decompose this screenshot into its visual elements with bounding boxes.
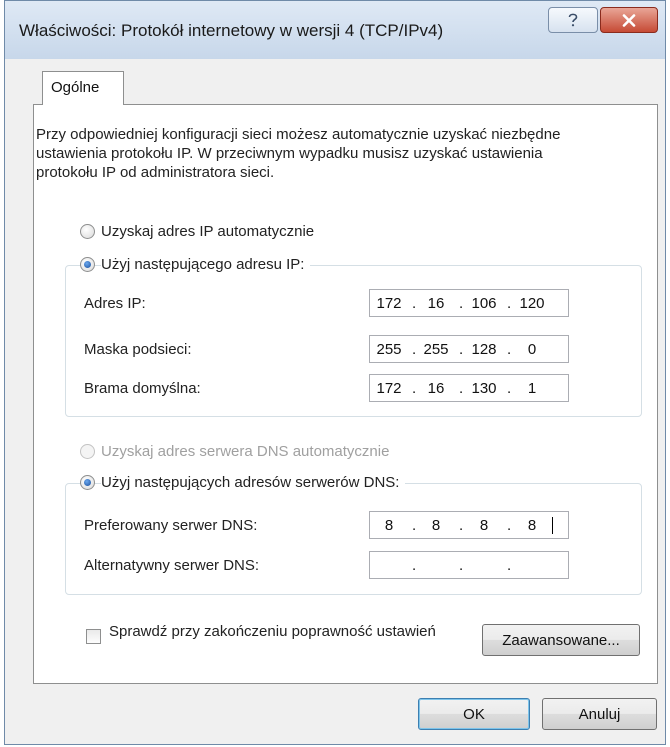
ip-octet-3: 106 [471,295,497,312]
ip-address-input[interactable]: 172 . 16 . 106 . 120 [369,289,569,317]
pdns-octet-2: 8 [431,517,441,534]
window-title: Właściwości: Protokół internetowy w wers… [19,21,444,40]
gateway-octet-2: 16 [427,380,445,397]
title-bar: Właściwości: Protokół internetowy w wers… [5,1,665,59]
mask-octet-1: 255 [376,341,402,358]
radio-ip-manual-circle [80,257,95,272]
cancel-button[interactable]: Anuluj [542,698,657,730]
alternate-dns-input[interactable]: . . . [369,551,569,579]
radio-ip-auto[interactable]: Uzyskaj adres IP automatycznie [80,223,314,240]
gateway-input[interactable]: 172 . 16 . 130 . 1 [369,374,569,402]
ok-button-label: OK [463,705,485,723]
help-button[interactable] [548,7,598,33]
close-button[interactable] [600,7,658,33]
preferred-dns-input[interactable]: 8 . 8 . 8 . 8 [369,511,569,539]
ip-octet-2: 16 [427,295,445,312]
radio-ip-manual-label: Użyj następującego adresu IP: [101,256,311,273]
subnet-mask-input[interactable]: 255 . 255 . 128 . 0 [369,335,569,363]
gateway-octet-4: 1 [527,380,537,397]
radio-ip-auto-circle [80,224,95,239]
tab-general-label: Ogólne [51,79,100,96]
radio-dns-auto-label: Uzyskaj adres serwera DNS automatycznie [101,443,390,460]
mask-octet-3: 128 [471,341,497,358]
ip-octet-4: 120 [519,295,545,312]
pdns-octet-4: 8 [527,517,537,534]
gateway-label: Brama domyślna: [84,380,201,397]
ip-address-label: Adres IP: [84,295,146,312]
radio-dns-auto-circle [80,444,95,459]
ip-octet-1: 172 [376,295,402,312]
mask-octet-4: 0 [527,341,537,358]
question-mark-icon [568,13,578,27]
advanced-button-label: Zaawansowane... [502,631,620,649]
validate-checkbox-label[interactable]: Sprawdź przy zakończeniu poprawność usta… [109,623,439,640]
radio-ip-auto-label: Uzyskaj adres IP automatycznie [101,223,315,240]
pdns-octet-3: 8 [479,517,489,534]
cancel-button-label: Anuluj [578,705,621,723]
gateway-octet-1: 172 [376,380,402,397]
ok-button[interactable]: OK [418,698,530,730]
advanced-button[interactable]: Zaawansowane... [482,624,640,656]
tab-general[interactable]: Ogólne [42,71,124,105]
subnet-mask-label: Maska podsieci: [84,341,192,358]
radio-dns-manual[interactable]: Użyj następujących adresów serwerów DNS: [80,474,406,491]
text-cursor [552,517,553,534]
gateway-octet-3: 130 [471,380,497,397]
radio-dns-manual-circle [80,475,95,490]
validate-checkbox[interactable] [86,629,101,644]
close-x-icon [622,13,636,27]
description-text: Przy odpowiedniej konfiguracji sieci moż… [36,126,561,181]
alternate-dns-label: Alternatywny serwer DNS: [84,557,260,574]
radio-dns-auto[interactable]: Uzyskaj adres serwera DNS automatycznie [80,443,389,460]
radio-ip-manual[interactable]: Użyj następującego adresu IP: [80,256,311,273]
mask-octet-2: 255 [423,341,449,358]
radio-dns-manual-label: Użyj następujących adresów serwerów DNS: [101,474,406,491]
dialog-window: Właściwości: Protokół internetowy w wers… [4,0,666,745]
preferred-dns-label: Preferowany serwer DNS: [84,517,258,534]
pdns-octet-1: 8 [384,517,394,534]
